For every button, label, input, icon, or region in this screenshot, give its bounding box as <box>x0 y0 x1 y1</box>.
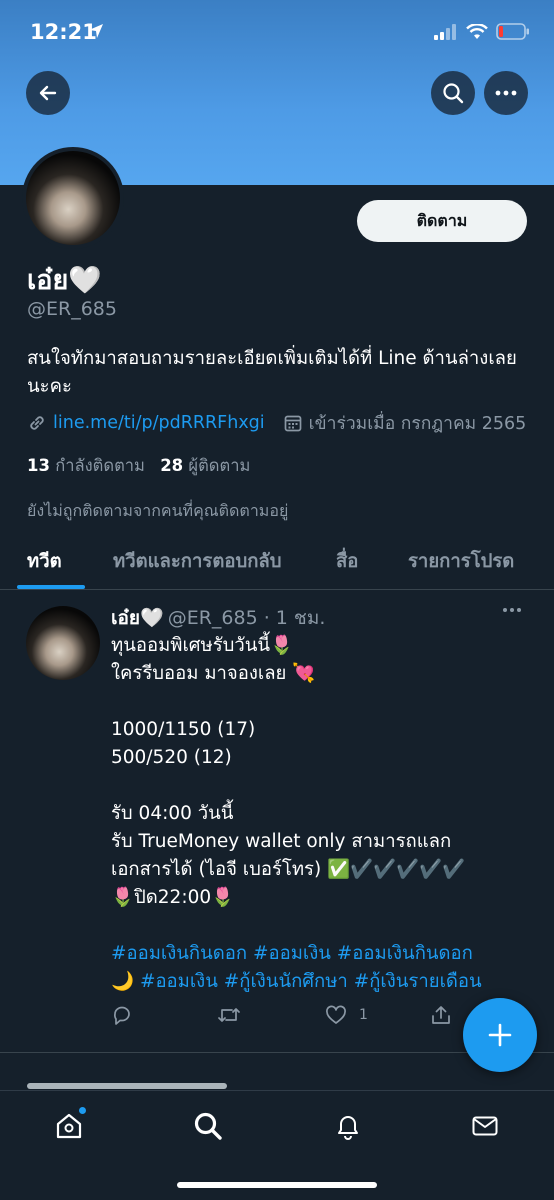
profile-avatar[interactable] <box>22 147 124 249</box>
tweet-header: เอ๋ย🤍 @ER_685 · 1 ชม. <box>111 603 325 633</box>
compose-tweet-button[interactable] <box>463 998 537 1072</box>
more-icon <box>495 90 517 96</box>
not-followed-note: ยังไม่ถูกติดตามจากคนที่คุณติดตามอยู่ <box>27 501 289 520</box>
nav-notifications[interactable] <box>331 1109 365 1143</box>
profile-bio: สนใจทักมาสอบถามรายละเอียดเพิ่มเติมได้ที่… <box>27 348 517 397</box>
wifi-icon <box>466 23 488 39</box>
profile-display-name: เอ๋ย🤍 <box>27 265 102 296</box>
calendar-icon <box>284 415 302 432</box>
tweet-more-icon[interactable] <box>502 606 522 614</box>
retweet-icon <box>218 1008 240 1022</box>
search-button[interactable] <box>431 71 475 115</box>
status-bar: 12:21 <box>0 0 554 66</box>
tweet-line: 500/520 (12) <box>111 747 232 768</box>
tweet-line: รับ TrueMoney wallet only สามารถแลก <box>111 831 452 852</box>
status-time: 12:21 <box>30 20 97 44</box>
tweet[interactable]: เอ๋ย🤍 @ER_685 · 1 ชม. ทุนออมพิเศษรับวันนี… <box>0 590 554 1053</box>
tab-likes[interactable]: รายการโปรด <box>408 547 514 576</box>
like-button[interactable]: 1 <box>325 1004 368 1026</box>
tweet-author-name: เอ๋ย🤍 <box>111 607 164 629</box>
tweet-line: เอกสารได้ (ไอจี เบอร์โทร) ✅✔️✔️✔️✔️✔️ <box>111 859 466 880</box>
back-button[interactable] <box>26 71 70 115</box>
more-options-button[interactable] <box>484 71 528 115</box>
profile-tabs: ทวีต ทวีตและการตอบกลับ สื่อ รายการโปรด <box>0 530 554 590</box>
bell-icon <box>338 1116 358 1140</box>
next-tweet-peek <box>27 1075 227 1089</box>
back-arrow-icon <box>39 85 57 101</box>
tweet-line: ใครรีบออม มาจองเลย 💘 <box>111 663 316 684</box>
followers-link[interactable]: 28 ผู้ติดตาม <box>160 456 250 475</box>
tab-media[interactable]: สื่อ <box>336 547 358 576</box>
heart-icon <box>326 1005 346 1024</box>
followers-count: 28 <box>160 456 184 475</box>
nav-home[interactable] <box>52 1107 86 1143</box>
nav-messages[interactable] <box>468 1109 502 1143</box>
share-button[interactable] <box>430 1004 452 1026</box>
retweet-button[interactable] <box>217 1004 241 1026</box>
tweet-line: 1000/1150 (17) <box>111 719 256 740</box>
tweet-hashtags-line-1[interactable]: #ออมเงินกินดอก #ออมเงิน #ออมเงินกินดอก <box>111 940 536 968</box>
like-count: 1 <box>359 1007 368 1023</box>
tab-tweets[interactable]: ทวีต <box>27 547 62 576</box>
nav-search[interactable] <box>191 1109 225 1143</box>
active-tab-indicator <box>17 585 85 589</box>
reply-button[interactable] <box>111 1004 133 1026</box>
profile-link[interactable]: line.me/ti/p/pdRRRFhxgi <box>53 413 265 433</box>
tweet-actions: 1 <box>111 1004 471 1032</box>
share-icon <box>432 1006 450 1024</box>
profile-joined-date: เข้าร่วมเมื่อ กรกฎาคม 2565 <box>308 414 527 434</box>
following-label: กำลังติดตาม <box>55 456 145 475</box>
tab-tweets-and-replies[interactable]: ทวีตและการตอบกลับ <box>113 547 281 576</box>
home-indicator <box>177 1182 377 1188</box>
tweet-text: ทุนออมพิเศษรับวันนี้🌷 ใครรีบออม มาจองเลย… <box>111 632 536 996</box>
link-icon <box>30 416 44 430</box>
profile-handle: @ER_685 <box>27 298 117 320</box>
search-icon <box>443 83 464 104</box>
following-count: 13 <box>27 456 50 475</box>
follow-button[interactable]: ติดตาม <box>357 200 527 242</box>
tweet-line: ทุนออมพิเศษรับวันนี้🌷 <box>111 635 294 656</box>
follow-counts: 13 กำลังติดตาม 28 ผู้ติดตาม <box>27 453 250 479</box>
home-notification-dot <box>79 1107 86 1114</box>
moon-emoji: 🌙 <box>111 971 135 992</box>
tweet-line: รับ 04:00 วันนี้ <box>111 803 234 824</box>
cellular-signal-icon <box>434 23 456 40</box>
battery-low-icon <box>496 23 529 40</box>
mail-icon <box>472 1116 498 1136</box>
followers-label: ผู้ติดตาม <box>188 456 251 475</box>
tweet-line: 🌷ปิด22:00🌷 <box>111 887 235 908</box>
tweet-avatar[interactable] <box>26 606 100 680</box>
profile-meta: line.me/ti/p/pdRRRFhxgi เข้าร่วมเมื่อ กร… <box>27 409 526 437</box>
following-link[interactable]: 13 กำลังติดตาม <box>27 456 145 475</box>
location-arrow-icon <box>89 24 103 38</box>
search-icon <box>194 1112 222 1140</box>
tweet-hashtags-line-2[interactable]: #ออมเงิน #กู้เงินนักศึกษา #กู้เงินรายเดื… <box>140 971 482 992</box>
tweet-handle-time: @ER_685 · 1 ชม. <box>167 607 326 629</box>
home-icon <box>56 1113 82 1139</box>
status-indicators <box>434 23 530 40</box>
plus-icon <box>488 1023 512 1047</box>
reply-icon <box>114 1006 130 1025</box>
